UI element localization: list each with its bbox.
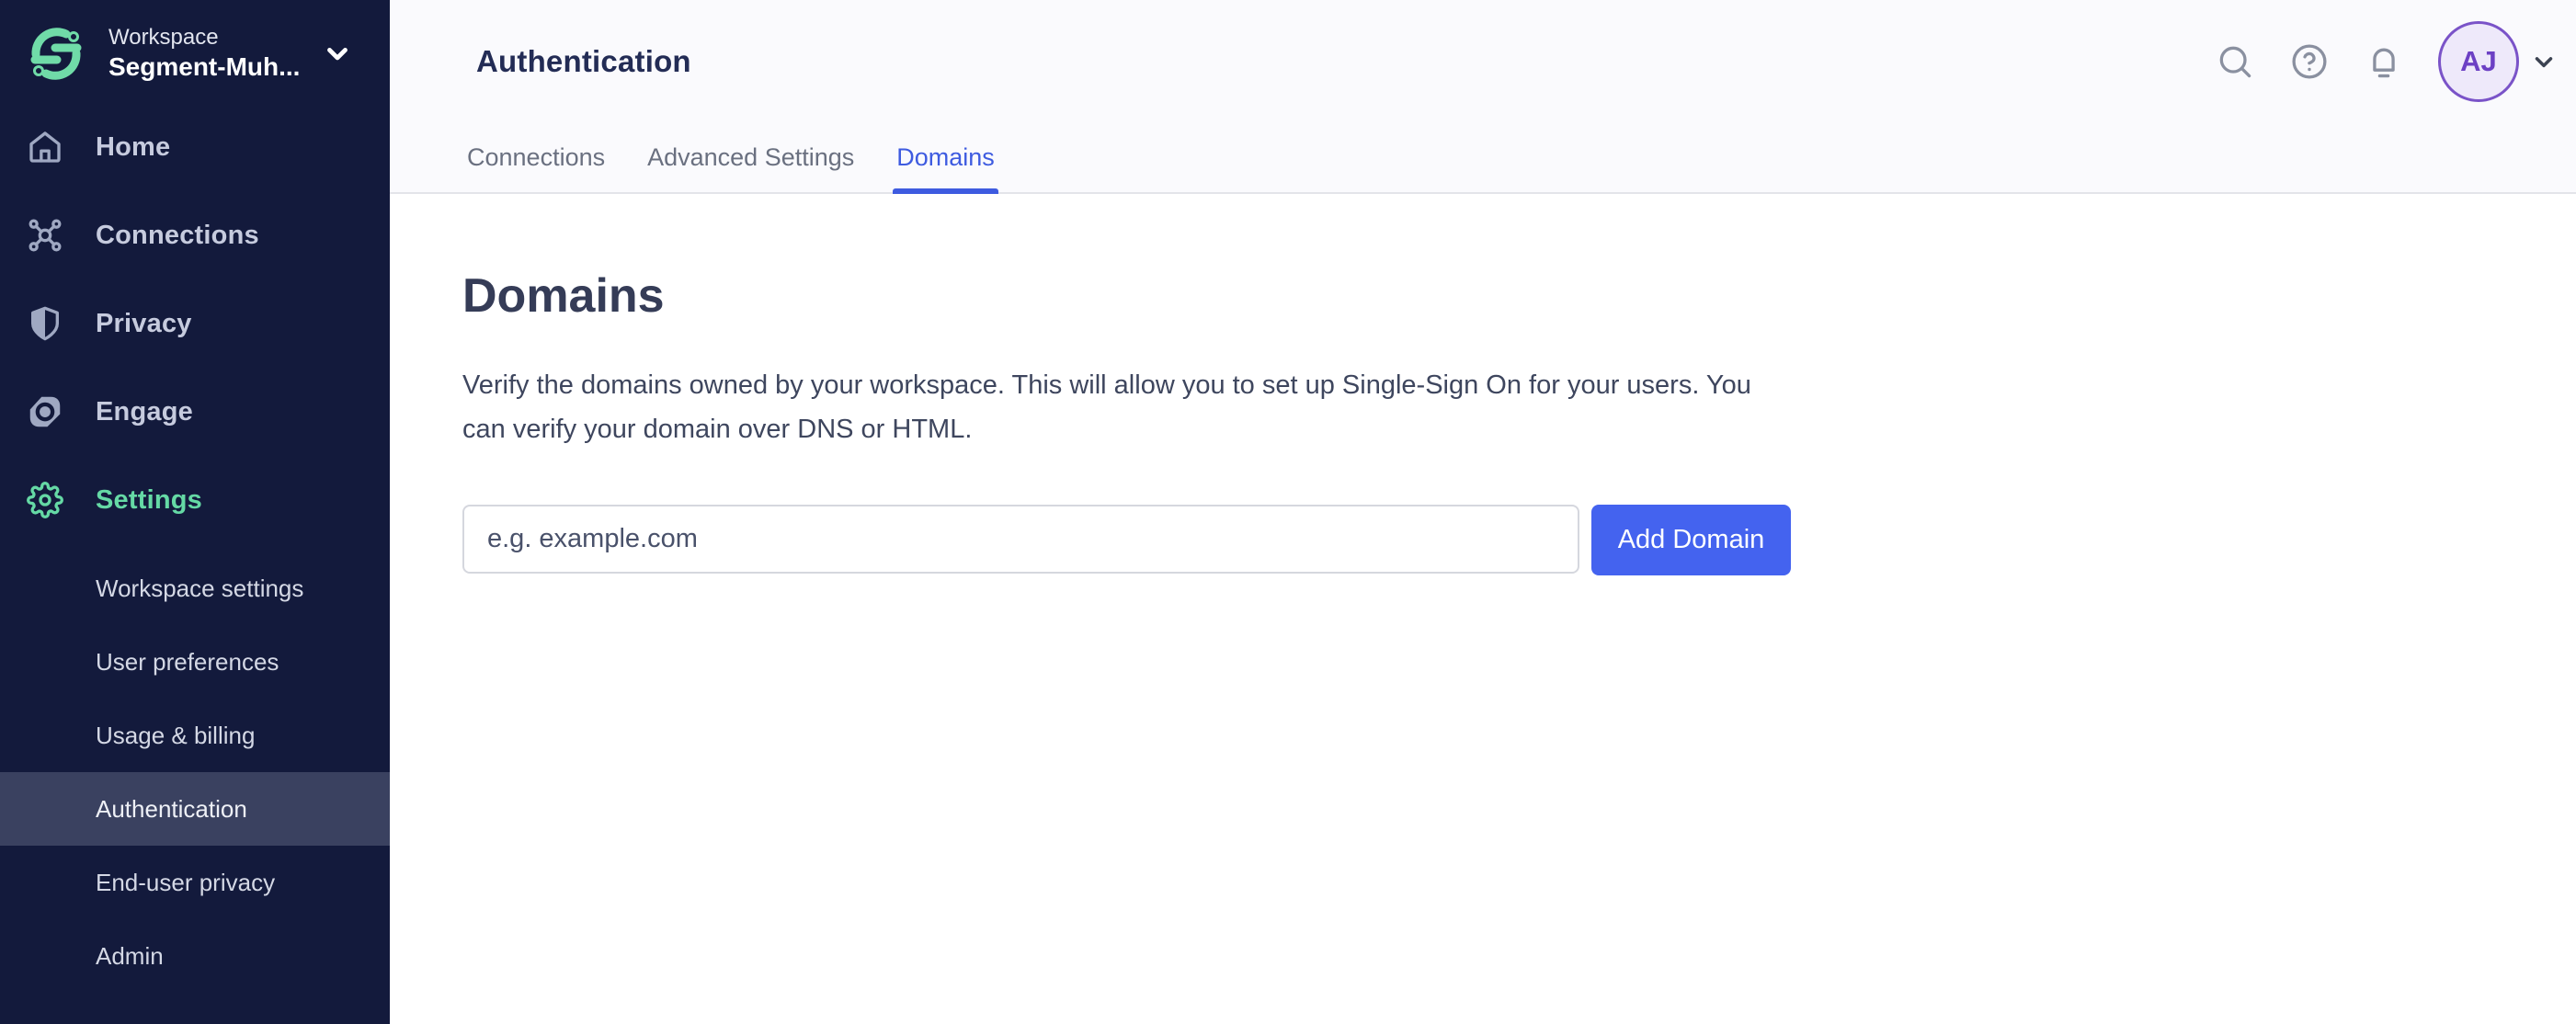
- subnav-item-workspace-settings[interactable]: Workspace settings: [0, 552, 390, 625]
- settings-subnav: Workspace settings User preferences Usag…: [0, 552, 390, 993]
- tab-connections[interactable]: Connections: [463, 123, 609, 192]
- avatar[interactable]: AJ: [2438, 21, 2519, 102]
- sidebar-item-label: Settings: [96, 484, 202, 515]
- section-description: Verify the domains owned by your workspa…: [462, 370, 1751, 444]
- domains-section: Domains Verify the domains owned by your…: [390, 194, 2576, 575]
- sidebar: Workspace Segment-Muh... Home Connection…: [0, 0, 390, 1024]
- tab-advanced-settings[interactable]: Advanced Settings: [644, 123, 858, 192]
- sidebar-item-label: Privacy: [96, 308, 192, 338]
- sidebar-item-label: Engage: [96, 396, 193, 427]
- subnav-item-user-preferences[interactable]: User preferences: [0, 625, 390, 699]
- section-heading: Domains: [462, 269, 665, 323]
- home-icon: [27, 129, 63, 165]
- sidebar-item-connections[interactable]: Connections: [0, 191, 390, 279]
- tab-bar: Connections Advanced Settings Domains: [390, 123, 2576, 194]
- gear-icon: [27, 482, 63, 518]
- user-menu: AJ: [2438, 21, 2558, 102]
- subnav-item-admin[interactable]: Admin: [0, 919, 390, 993]
- help-icon[interactable]: [2289, 41, 2330, 82]
- subnav-item-end-user-privacy[interactable]: End-user privacy: [0, 846, 390, 919]
- shield-icon: [27, 305, 63, 342]
- segment-logo-icon: [27, 24, 85, 83]
- sidebar-item-home[interactable]: Home: [0, 103, 390, 191]
- subnav-item-usage-billing[interactable]: Usage & billing: [0, 699, 390, 772]
- app-window: Workspace Segment-Muh... Home Connection…: [0, 0, 2576, 1024]
- workspace-chevron-down-icon[interactable]: [322, 38, 353, 69]
- user-menu-chevron-down-icon[interactable]: [2530, 48, 2558, 75]
- header-top-row: Authentication AJ: [390, 0, 2576, 123]
- engage-icon: [27, 393, 63, 430]
- header-actions: AJ: [2215, 21, 2558, 102]
- workspace-text: Workspace Segment-Muh...: [108, 24, 300, 83]
- page-title: Authentication: [476, 44, 691, 78]
- add-domain-form: Add Domain: [462, 505, 2521, 575]
- add-domain-button[interactable]: Add Domain: [1591, 505, 1791, 575]
- page-header: Authentication AJ Connections Advanced S…: [390, 0, 2576, 194]
- sidebar-item-privacy[interactable]: Privacy: [0, 279, 390, 368]
- sidebar-item-label: Connections: [96, 220, 259, 250]
- search-icon[interactable]: [2215, 41, 2255, 82]
- sidebar-item-settings[interactable]: Settings: [0, 456, 390, 544]
- tab-domains[interactable]: Domains: [893, 123, 998, 194]
- sidebar-nav: Home Connections Privacy Engage Settings: [0, 103, 390, 544]
- main-column: Authentication AJ Connections Advanced S…: [390, 0, 2576, 1024]
- sidebar-item-engage[interactable]: Engage: [0, 368, 390, 456]
- domain-input[interactable]: [462, 505, 1579, 574]
- connections-icon: [27, 217, 63, 254]
- workspace-switcher[interactable]: Workspace Segment-Muh...: [0, 0, 390, 103]
- subnav-item-authentication[interactable]: Authentication: [0, 772, 390, 846]
- workspace-name: Segment-Muh...: [108, 52, 301, 81]
- workspace-label: Workspace: [108, 25, 219, 50]
- sidebar-item-label: Home: [96, 131, 171, 162]
- bell-icon[interactable]: [2364, 41, 2404, 82]
